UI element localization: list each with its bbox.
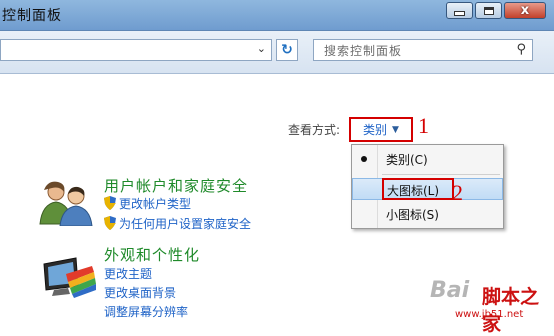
menu-item-label: 小图标(S) xyxy=(386,208,439,222)
maximize-button[interactable] xyxy=(475,2,502,19)
window-title: 控制面板 xyxy=(2,8,62,24)
view-by-menu: 类别(C) 大图标(L) 小图标(S) xyxy=(351,144,504,229)
minimize-button[interactable] xyxy=(446,2,473,19)
category-title-user-accounts[interactable]: 用户帐户和家庭安全 xyxy=(104,175,248,196)
users-icon[interactable] xyxy=(38,178,94,226)
menu-divider xyxy=(382,174,500,175)
appearance-display-icon[interactable] xyxy=(40,252,98,300)
shield-icon xyxy=(104,196,116,210)
view-by-dropdown[interactable]: 类别 ▼ xyxy=(349,117,413,142)
link-adjust-resolution[interactable]: 调整屏幕分辨率 xyxy=(104,303,188,320)
close-icon: x xyxy=(520,3,530,18)
baidu-watermark: Bai xyxy=(430,278,470,303)
address-input[interactable]: ⌄ xyxy=(0,39,272,61)
menu-item-large-icons[interactable]: 大图标(L) xyxy=(352,178,503,200)
site-url-watermark: www.jb51.net xyxy=(455,309,524,320)
link-change-theme[interactable]: 更改主题 xyxy=(104,265,152,282)
annotation-number-1: 1 xyxy=(418,113,429,138)
selected-bullet-icon xyxy=(361,156,367,162)
menu-item-label: 类别(C) xyxy=(386,153,428,167)
minimize-icon xyxy=(454,11,465,16)
refresh-icon: ↻ xyxy=(281,42,293,58)
annotation-highlight-box xyxy=(382,178,454,200)
link-change-desktop-background[interactable]: 更改桌面背景 xyxy=(104,284,176,301)
close-button[interactable]: x xyxy=(504,2,546,19)
search-placeholder: 搜索控制面板 xyxy=(324,44,403,58)
link-family-safety[interactable]: 为任何用户设置家庭安全 xyxy=(104,215,251,232)
dropdown-arrow-icon: ▼ xyxy=(392,124,399,135)
annotation-number-2: 2 xyxy=(452,180,463,205)
address-bar: ⌄ ↻ 搜索控制面板 ⚲ xyxy=(0,31,554,74)
shield-icon xyxy=(104,216,116,230)
search-input[interactable]: 搜索控制面板 ⚲ xyxy=(313,39,533,61)
search-icon[interactable]: ⚲ xyxy=(516,42,526,57)
menu-item-category[interactable]: 类别(C) xyxy=(352,148,503,170)
maximize-icon xyxy=(483,6,494,15)
category-title-appearance[interactable]: 外观和个性化 xyxy=(104,244,200,265)
link-label: 为任何用户设置家庭安全 xyxy=(119,217,252,231)
title-bar: 控制面板 x xyxy=(0,0,554,31)
link-label: 更改帐户类型 xyxy=(119,197,192,211)
view-by-value: 类别 xyxy=(363,123,388,137)
window-controls: x xyxy=(446,2,546,19)
link-change-account-type[interactable]: 更改帐户类型 xyxy=(104,195,191,212)
view-by-label: 查看方式: xyxy=(288,123,341,137)
chevron-down-icon[interactable]: ⌄ xyxy=(257,42,266,55)
menu-item-small-icons[interactable]: 小图标(S) xyxy=(352,203,503,225)
refresh-button[interactable]: ↻ xyxy=(276,39,298,61)
